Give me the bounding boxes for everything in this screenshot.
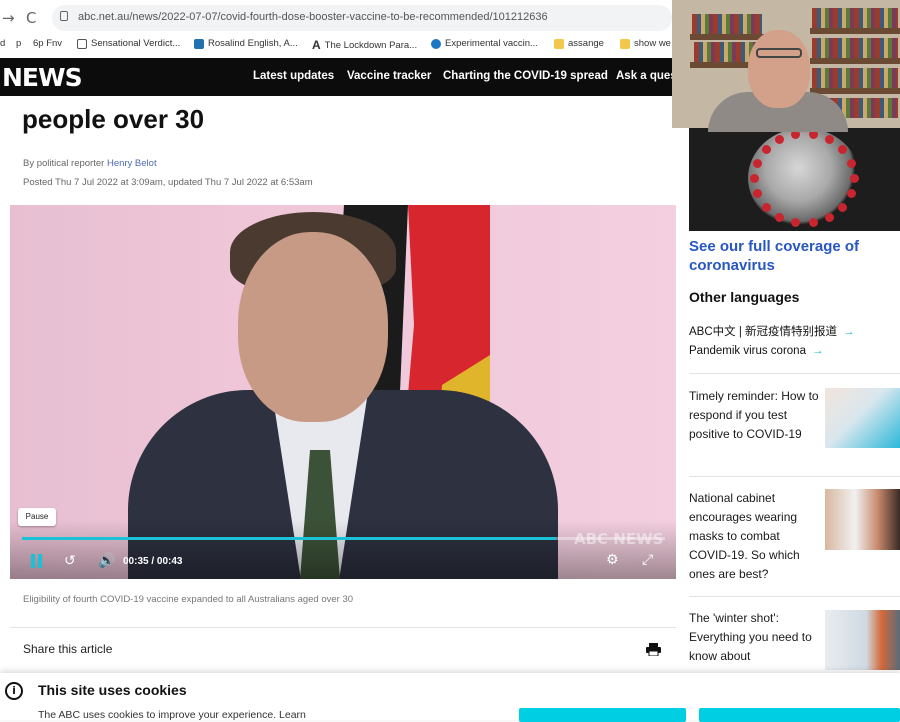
bookshelf (692, 14, 762, 34)
nav-latest-updates[interactable]: Latest updates (253, 70, 334, 82)
reload-icon[interactable]: C (26, 9, 36, 27)
replay-10-icon[interactable]: ↺ (64, 553, 76, 569)
shelf (810, 58, 900, 64)
story-link[interactable]: Timely reminder: How to respond if you t… (689, 387, 819, 444)
arrow-right-icon: → (811, 345, 824, 357)
divider (689, 596, 900, 597)
print-icon[interactable] (646, 643, 661, 656)
other-languages-heading: Other languages (689, 289, 800, 305)
story-link[interactable]: National cabinet encourages wearing mask… (689, 489, 819, 584)
bookmark-item[interactable]: Experimental vaccin... (431, 38, 538, 49)
nav-ask-a-question[interactable]: Ask a ques (616, 70, 677, 82)
story-thumbnail-winter-shot[interactable] (825, 610, 900, 670)
shelf (690, 34, 764, 40)
coverage-link[interactable]: See our full coverage of coronavirus (689, 237, 889, 275)
video-caption: Eligibility of fourth COVID-19 vaccine e… (23, 594, 354, 605)
virus-spike (762, 203, 771, 212)
bookmark-item[interactable]: 6p Fnv (33, 38, 62, 49)
webcam-person-face (748, 30, 810, 108)
virus-spike (750, 174, 759, 183)
virus-spike (825, 213, 834, 222)
folder-icon (554, 38, 564, 49)
virus-spike (753, 159, 762, 168)
language-link-chinese[interactable]: ABC中文 | 新冠疫情特别报道 → (689, 323, 855, 339)
bookshelf (812, 8, 898, 28)
language-link-label: Pandemik virus corona (689, 345, 806, 357)
virus-spike (775, 213, 784, 222)
folder-icon (620, 38, 630, 49)
shelf (810, 88, 900, 94)
bookshelf (812, 68, 898, 88)
virus-spike (825, 135, 834, 144)
virus-illustration (748, 128, 860, 228)
virus-spike (762, 145, 771, 154)
lock-icon (60, 11, 68, 21)
pause-icon (31, 554, 35, 568)
pause-icon-bar (38, 554, 42, 568)
duration: 00:43 (156, 556, 183, 567)
video-progress-fill (22, 537, 556, 540)
virus-spike (850, 174, 859, 183)
virus-spike (838, 203, 847, 212)
bookmark-item[interactable]: A The Lockdown Para... (312, 38, 417, 52)
video-controls-bar (10, 520, 676, 579)
bookmark-item[interactable]: Rosalind English, A... (194, 38, 298, 49)
virus-spike (791, 218, 800, 227)
virus-spike (809, 218, 818, 227)
info-icon: i (5, 682, 23, 700)
posted-timestamp: Posted Thu 7 Jul 2022 at 3:09am, updated… (23, 177, 313, 188)
divider (689, 476, 900, 477)
cookie-banner-title: This site uses cookies (38, 682, 187, 698)
bookmark-item[interactable]: show we (620, 38, 671, 49)
nav-charting-covid[interactable]: Charting the COVID-19 spread (443, 70, 608, 82)
virus-spike (838, 145, 847, 154)
virus-spike (847, 189, 856, 198)
page-title: people over 30 (22, 104, 205, 134)
shelf (810, 28, 900, 34)
pause-button[interactable] (30, 554, 44, 568)
language-link-label: ABC中文 | 新冠疫情特别报道 (689, 326, 838, 338)
abc-news-logo[interactable]: NEWS (2, 63, 83, 92)
story-thumbnail-masks[interactable] (825, 489, 900, 550)
wordpress-icon (194, 38, 204, 49)
time-separator: / (151, 556, 155, 567)
current-time: 00:35 (123, 556, 149, 567)
bookshelf (812, 38, 898, 58)
fullscreen-icon[interactable]: ⤢ (642, 552, 653, 568)
volume-icon[interactable]: 🔊 (98, 553, 115, 569)
divider (10, 627, 676, 628)
bookmark-item[interactable]: assange (554, 38, 604, 49)
pause-tooltip: Pause (18, 508, 56, 526)
share-label[interactable]: Share this article (23, 642, 112, 656)
byline-prefix: By political reporter (23, 158, 105, 169)
bookmark-item[interactable]: Sensational Verdict... (77, 38, 180, 49)
video-time: 00:35 / 00:43 (123, 556, 183, 567)
cookie-banner-text: The ABC uses cookies to improve your exp… (38, 709, 306, 721)
author-link[interactable]: Henry Belot (107, 158, 157, 169)
virus-spike (775, 135, 784, 144)
webcam-person-glasses (756, 48, 802, 58)
language-link-indonesian[interactable]: Pandemik virus corona → (689, 345, 823, 357)
nav-vaccine-tracker[interactable]: Vaccine tracker (347, 70, 431, 82)
letter-a-icon: A (312, 38, 321, 52)
speaker-face (238, 232, 388, 422)
globe-icon (431, 38, 441, 49)
settings-gear-icon[interactable]: ⚙ (606, 552, 619, 568)
arrow-right-icon: → (843, 326, 855, 338)
bookmark-item[interactable]: p (16, 38, 21, 49)
virus-spike (753, 189, 762, 198)
divider (689, 373, 900, 374)
url-text[interactable]: abc.net.au/news/2022-07-07/covid-fourth-… (78, 11, 548, 23)
forward-icon[interactable]: → (2, 9, 15, 27)
virus-spike (847, 159, 856, 168)
byline: By political reporter Henry Belot (23, 158, 157, 169)
grid-icon (77, 38, 87, 49)
bookmark-item[interactable]: d (0, 38, 5, 49)
story-link[interactable]: The 'winter shot': Everything you need t… (689, 609, 819, 671)
story-thumbnail-covid-test[interactable] (825, 388, 900, 448)
